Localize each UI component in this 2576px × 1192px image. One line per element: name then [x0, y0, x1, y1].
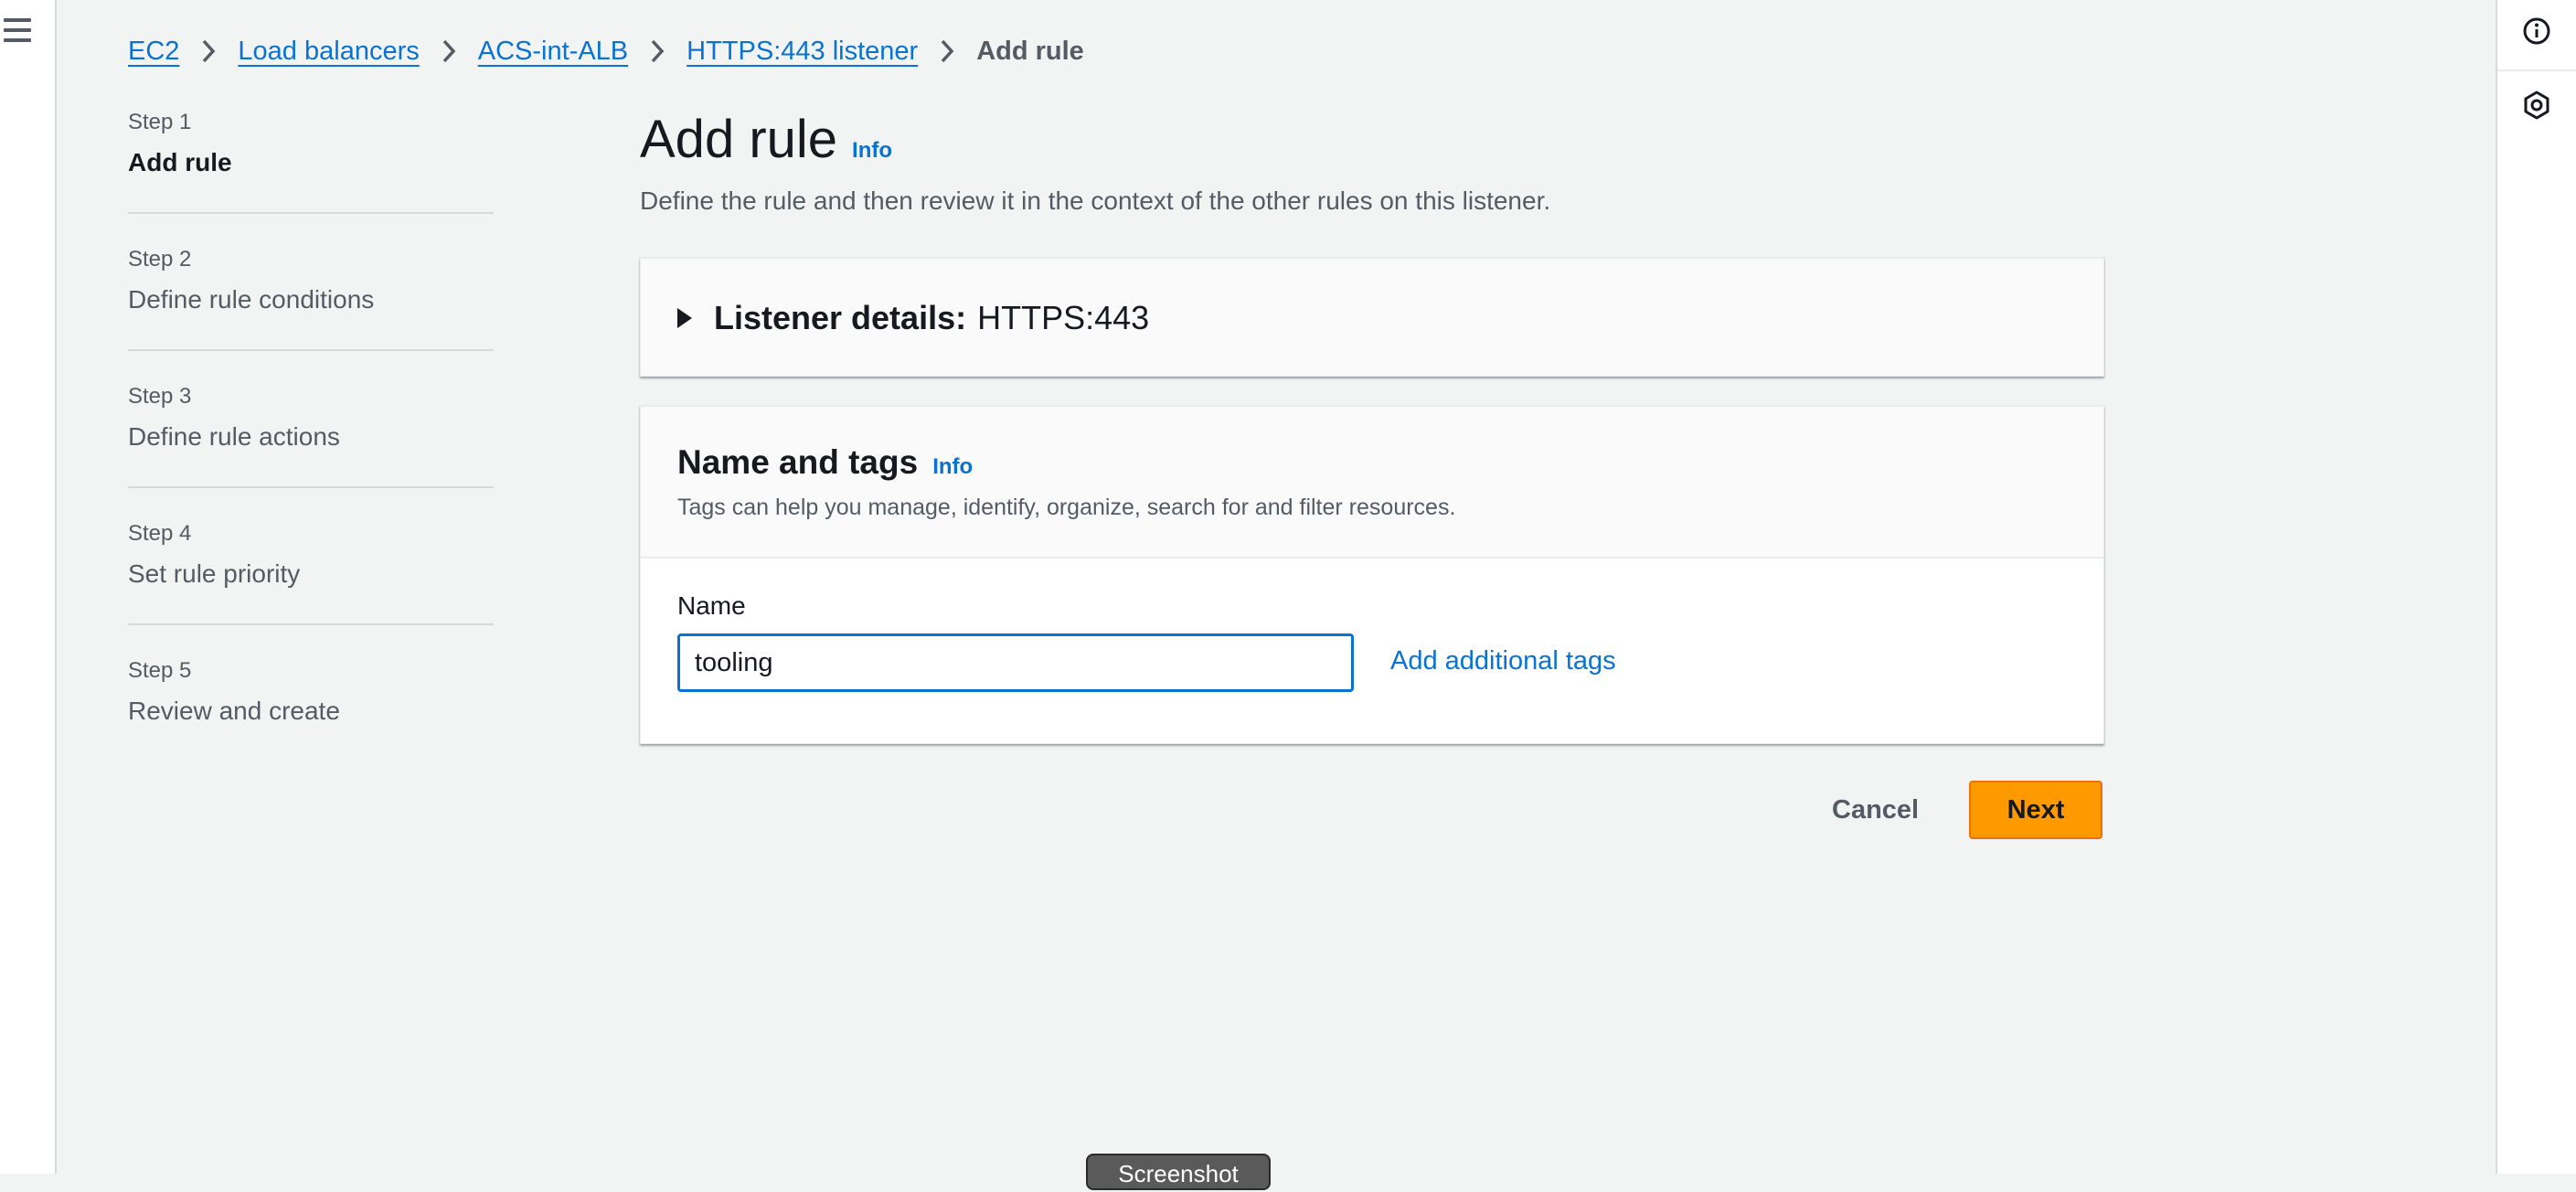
info-circle-icon[interactable]: [2521, 16, 2552, 47]
tags-info-link[interactable]: Info: [932, 454, 973, 480]
page-description: Define the rule and then review it in th…: [640, 186, 1551, 215]
wizard-step-2[interactable]: Step 2 Define rule conditions: [128, 245, 494, 382]
left-navigation-rail: [0, 0, 57, 1174]
listener-details-value: HTTPS:443: [977, 299, 1150, 336]
main-content: Add rule Info Define the rule and then r…: [640, 108, 2102, 216]
name-field-label: Name: [677, 591, 746, 620]
breadcrumb: EC2 Load balancers ACS-int-ALB HTTPS:443…: [128, 33, 1084, 69]
tags-panel-header: Name and tags Info Tags can help you man…: [641, 407, 2103, 559]
step-title: Define rule actions: [128, 422, 340, 451]
listener-details-panel: Listener details: HTTPS:443: [640, 258, 2104, 377]
step-number: Step 2: [128, 247, 192, 271]
breadcrumb-link-ec2[interactable]: EC2: [128, 37, 179, 67]
listener-details-toggle[interactable]: Listener details: HTTPS:443: [677, 299, 1149, 337]
tags-title-row: Name and tags Info: [677, 443, 973, 482]
chevron-right-icon: [431, 33, 467, 69]
wizard-step-3[interactable]: Step 3 Define rule actions: [128, 382, 494, 519]
wizard-step-1[interactable]: Step 1 Add rule: [128, 108, 494, 245]
step-number: Step 1: [128, 110, 192, 134]
caret-right-icon: [677, 308, 692, 328]
step-title: Add rule: [128, 148, 232, 176]
step-number: Step 3: [128, 384, 192, 409]
step-divider: [128, 486, 494, 488]
step-title: Define rule conditions: [128, 285, 375, 314]
chevron-right-icon: [190, 33, 227, 69]
chevron-right-icon: [929, 33, 965, 69]
step-divider: [128, 212, 494, 214]
breadcrumb-link-load-balancer-name[interactable]: ACS-int-ALB: [478, 37, 628, 67]
step-divider: [128, 623, 494, 625]
listener-details-label: Listener details:: [714, 299, 967, 336]
wizard-steps: Step 1 Add rule Step 2 Define rule condi…: [128, 108, 494, 793]
right-utility-rail: [2496, 0, 2576, 1174]
hexagon-settings-icon[interactable]: [2521, 90, 2552, 121]
breadcrumb-link-load-balancers[interactable]: Load balancers: [238, 37, 419, 67]
step-divider: [128, 349, 494, 351]
breadcrumb-current: Add rule: [976, 36, 1084, 66]
page-info-link[interactable]: Info: [852, 138, 892, 164]
breadcrumb-link-listener[interactable]: HTTPS:443 listener: [687, 37, 918, 67]
cancel-button[interactable]: Cancel: [1814, 781, 1937, 839]
tags-panel-title: Name and tags: [677, 443, 919, 481]
rail-divider: [2497, 69, 2576, 71]
name-input[interactable]: [677, 633, 1354, 692]
step-title: Set rule priority: [128, 559, 301, 588]
tags-panel-description: Tags can help you manage, identify, orga…: [677, 495, 1456, 520]
next-button[interactable]: Next: [1969, 781, 2102, 839]
screenshot-tooltip: Screenshot: [1086, 1154, 1271, 1190]
step-number: Step 4: [128, 521, 192, 546]
hamburger-menu-icon[interactable]: [4, 18, 31, 42]
wizard-step-4[interactable]: Step 4 Set rule priority: [128, 519, 494, 656]
step-number: Step 5: [128, 658, 192, 683]
name-and-tags-panel: Name and tags Info Tags can help you man…: [640, 406, 2104, 744]
add-additional-tags-link[interactable]: Add additional tags: [1390, 646, 1616, 676]
step-title: Review and create: [128, 697, 340, 725]
page-title: Add rule: [640, 110, 838, 169]
wizard-step-5[interactable]: Step 5 Review and create: [128, 656, 494, 793]
page-header: Add rule Info: [640, 108, 2102, 172]
chevron-right-icon: [639, 33, 676, 69]
